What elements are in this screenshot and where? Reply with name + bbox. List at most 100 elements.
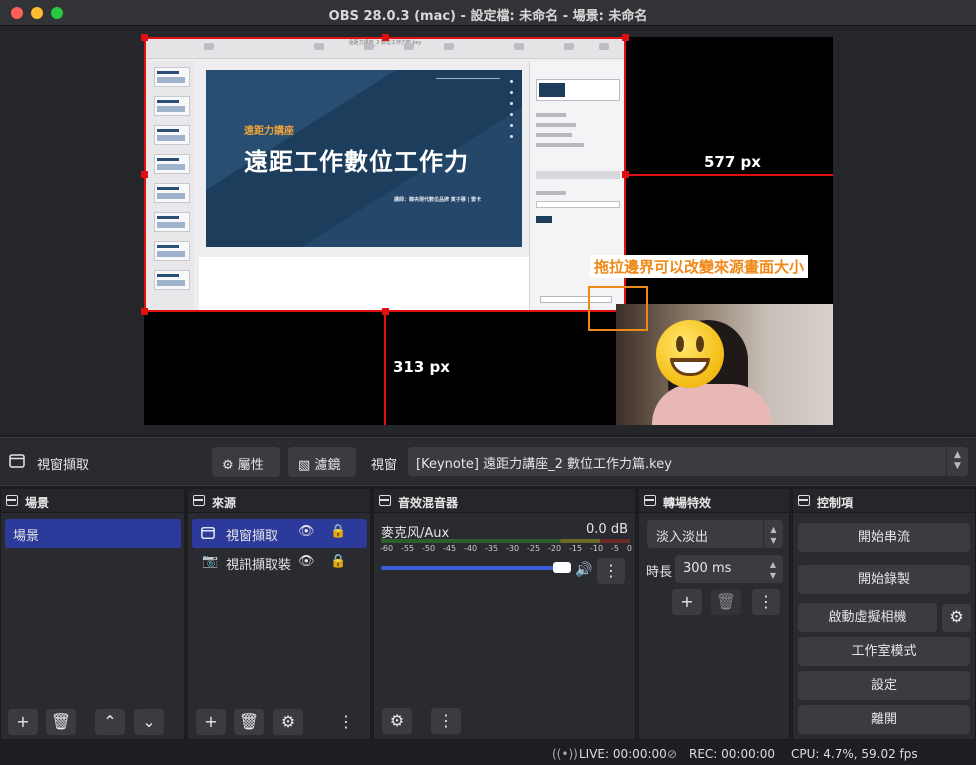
transition-more-button[interactable]: ⋮ <box>752 589 780 615</box>
meter-tick: -60 <box>380 544 394 553</box>
start-streaming-button[interactable]: 開始串流 <box>798 523 970 552</box>
live-signal-icon: ((•)) <box>552 747 578 761</box>
meter-scale: -60 -55 -50 -45 -40 -35 -30 -25 -20 -15 … <box>380 544 632 553</box>
rec-time: REC: 00:00:00 <box>689 747 776 761</box>
start-virtual-camera-button[interactable]: 啟動虛擬相機 <box>798 603 937 632</box>
height-guide-line <box>384 312 386 425</box>
window-select[interactable]: [Keynote] 遠距力講座_2 數位工作力篇.key ▲ ▼ <box>408 447 968 476</box>
audio-mixer-dock: 音效混音器 麥克风/Aux 0.0 dB <box>373 488 636 740</box>
meter-tick: -25 <box>527 544 541 553</box>
width-guide-line <box>626 174 833 176</box>
dock-icon <box>379 495 391 506</box>
cpu-fps: CPU: 4.7%, 59.02 fps <box>791 747 918 761</box>
resize-handle-tl[interactable] <box>141 34 148 41</box>
meter-tick: -40 <box>464 544 478 553</box>
meter-tick: -10 <box>590 544 604 553</box>
resize-handle-b[interactable] <box>382 308 389 315</box>
move-scene-down-button[interactable]: ⌄ <box>134 709 164 735</box>
selected-source-name: 視窗擷取 <box>37 458 90 473</box>
meter-tick: -55 <box>401 544 415 553</box>
remove-source-button[interactable]: 🗑 <box>234 709 264 735</box>
lock-icon[interactable]: 🔒 <box>330 554 346 569</box>
speaker-icon[interactable]: 🔊 <box>575 562 592 578</box>
lock-icon[interactable]: 🔒 <box>330 524 346 539</box>
trash-icon: 🗑 <box>715 592 737 611</box>
duration-label: 時長 <box>646 565 673 580</box>
slide-subtitle: 講師：韓央現代數位品牌 寅子穆 | 雷卡 <box>394 197 482 203</box>
live-time: LIVE: 00:00:00 <box>579 747 667 761</box>
scenes-title: 場景 <box>25 496 50 510</box>
source-properties-button[interactable]: ⚙ <box>273 709 303 735</box>
controls-title: 控制項 <box>817 496 854 510</box>
status-bar: ((•)) LIVE: 00:00:00 ⊘ REC: 00:00:00 CPU… <box>0 742 976 765</box>
exit-button[interactable]: 離開 <box>798 705 970 734</box>
more-vertical-icon: ⋮ <box>438 711 454 730</box>
add-source-button[interactable]: + <box>196 709 226 735</box>
scene-item-label: 場景 <box>13 529 40 544</box>
gear-icon: ⚙ <box>949 607 964 626</box>
source-more-button[interactable]: ⋮ <box>336 709 356 735</box>
current-slide: 遠距力講座 遠距工作數位工作力 講師：韓央現代數位品牌 寅子穆 | 雷卡 <box>206 70 522 247</box>
dock-icon <box>193 495 205 506</box>
window-select-value: [Keynote] 遠距力講座_2 數位工作力篇.key <box>416 457 672 472</box>
add-scene-button[interactable]: + <box>8 709 38 735</box>
chevron-updown-icon: ▲ ▼ <box>769 560 777 580</box>
height-label: 313 px <box>393 358 450 376</box>
advanced-audio-button[interactable]: ⚙ <box>382 708 412 734</box>
width-label: 577 px <box>704 153 761 171</box>
filters-button[interactable]: ▧ 濾鏡 <box>288 447 356 477</box>
gear-icon: ⚙ <box>280 712 296 731</box>
move-scene-up-button[interactable]: ⌃ <box>95 709 125 735</box>
start-recording-button[interactable]: 開始錄製 <box>798 565 970 594</box>
volume-slider[interactable] <box>381 566 567 570</box>
window-capture-source[interactable]: 遠距力講座_2 數位工作力篇.key 遠距力講座 遠距工作數位工作力 講師：韓央 <box>144 37 626 312</box>
mixer-menu-button[interactable]: ⋮ <box>431 708 461 734</box>
source-item-video-capture[interactable]: 📷 視訊擷取裝 👁 🔒 <box>192 549 367 575</box>
trash-icon: 🗑 <box>50 712 72 731</box>
meter-tick: -20 <box>548 544 562 553</box>
gear-icon: ⚙ <box>222 458 234 473</box>
add-transition-button[interactable]: + <box>672 589 702 615</box>
window-title: OBS 28.0.3 (mac) - 設定檔: 未命名 - 場景: 未命名 <box>328 9 648 24</box>
preview-area[interactable]: 遠距力講座_2 數位工作力篇.key 遠距力講座 遠距工作數位工作力 講師：韓央 <box>0 26 976 435</box>
transitions-title: 轉場特效 <box>663 496 712 510</box>
meter-tick: -5 <box>611 544 619 553</box>
remove-transition-button[interactable]: 🗑 <box>711 589 741 615</box>
meter-tick: -45 <box>443 544 457 553</box>
slide-title: 遠距工作數位工作力 <box>244 148 469 176</box>
remove-scene-button[interactable]: 🗑 <box>46 709 76 735</box>
resize-handle-bl[interactable] <box>141 308 148 315</box>
program-canvas[interactable]: 遠距力講座_2 數位工作力篇.key 遠距力講座 遠距工作數位工作力 講師：韓央 <box>141 34 833 425</box>
mixer-title: 音效混音器 <box>398 496 459 510</box>
meter-tick: -35 <box>485 544 499 553</box>
camera-icon: 📷 <box>202 554 219 569</box>
resize-handle-l[interactable] <box>141 171 148 178</box>
resize-handle-r[interactable] <box>622 171 629 178</box>
presenter-notes <box>199 257 529 312</box>
more-vertical-icon: ⋮ <box>338 712 354 731</box>
dock-icon <box>6 495 18 506</box>
settings-button[interactable]: 設定 <box>798 671 970 700</box>
filter-icon: ▧ <box>298 458 311 473</box>
source-item-window-capture[interactable]: 視窗擷取 👁 🔒 <box>192 519 367 548</box>
eye-icon[interactable]: 👁 <box>298 554 315 569</box>
transition-select-value: 淡入淡出 <box>656 530 709 545</box>
virtual-camera-settings-button[interactable]: ⚙ <box>942 604 971 632</box>
resize-handle-tr[interactable] <box>622 34 629 41</box>
source-toolbar: 視窗擷取 ⚙ 屬性 ▧ 濾鏡 視窗 [Keynote] 遠距力講座_2 數位工作… <box>0 437 976 486</box>
meter-tick: -30 <box>506 544 520 553</box>
meter-tick: -50 <box>422 544 436 553</box>
studio-mode-button[interactable]: 工作室模式 <box>798 637 970 666</box>
window-capture-icon <box>9 454 25 468</box>
sources-dock: 來源 視窗擷取 👁 🔒 📷 視訊擷取裝 👁 🔒 + 🗑 ⚙ ⋮ <box>187 488 371 740</box>
source-label: 視訊擷取裝 <box>226 558 292 573</box>
volume-slider-knob[interactable] <box>553 562 571 573</box>
video-capture-source[interactable] <box>616 304 833 425</box>
properties-button[interactable]: ⚙ 屬性 <box>212 447 280 477</box>
duration-spinbox[interactable]: 300 ms ▲ ▼ <box>675 555 783 583</box>
resize-handle-t[interactable] <box>382 34 389 41</box>
transition-select[interactable]: 淡入淡出 ▲ ▼ <box>647 520 783 548</box>
mixer-more-button[interactable]: ⋮ <box>597 558 625 584</box>
scene-item[interactable]: 場景 <box>5 519 181 548</box>
eye-icon[interactable]: 👁 <box>298 524 315 539</box>
